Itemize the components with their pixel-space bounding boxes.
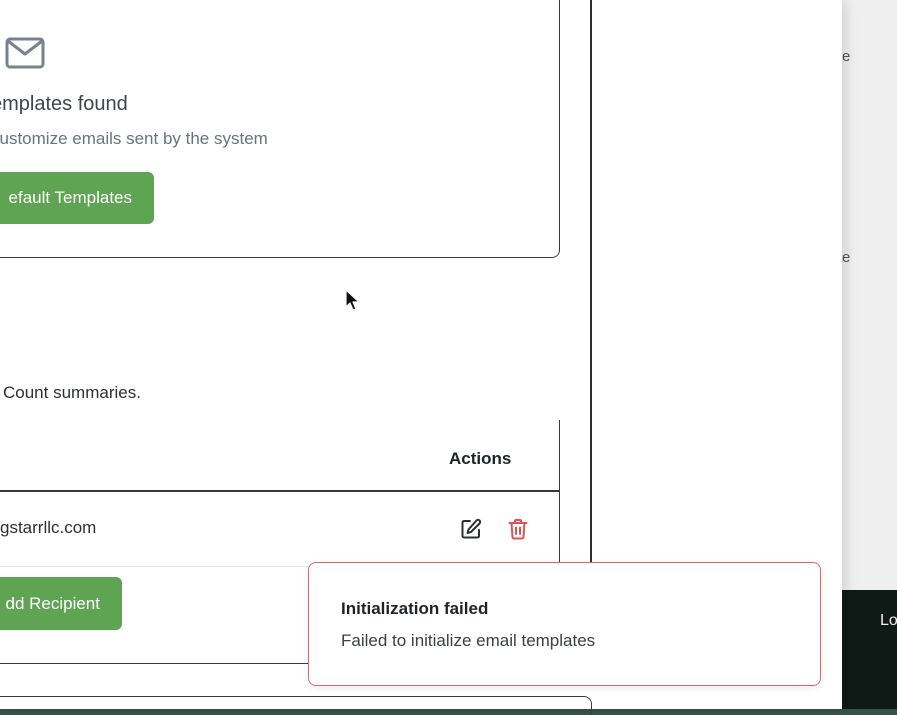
background-text: e bbox=[842, 48, 851, 65]
mail-icon bbox=[5, 37, 45, 69]
add-recipient-button[interactable]: dd Recipient bbox=[0, 577, 122, 630]
recipients-description: Count summaries. bbox=[3, 383, 141, 402]
next-section-card bbox=[0, 696, 592, 715]
background-footer bbox=[842, 590, 897, 715]
background-footer-text: Lo bbox=[880, 612, 897, 629]
screen: e e Lo emplates found customize emails s… bbox=[0, 0, 897, 715]
toast-message: Failed to initialize email templates bbox=[341, 631, 596, 650]
empty-state-title: emplates found bbox=[0, 93, 128, 115]
edit-icon[interactable] bbox=[460, 518, 482, 540]
mouse-cursor-icon bbox=[345, 289, 360, 311]
background-page bbox=[842, 0, 897, 590]
error-toast[interactable]: Initialization failed Failed to initiali… bbox=[308, 562, 821, 686]
actions-column-header: Actions bbox=[449, 449, 512, 468]
create-default-templates-button[interactable]: efault Templates bbox=[0, 172, 154, 224]
background-text: e bbox=[842, 249, 851, 266]
empty-state-subtitle: customize emails sent by the system bbox=[0, 129, 268, 148]
trash-icon[interactable] bbox=[508, 518, 528, 540]
toast-title: Initialization failed bbox=[341, 599, 489, 618]
table-header-divider bbox=[0, 490, 560, 492]
recipient-email: gstarrllc.com bbox=[0, 518, 97, 537]
panel-divider bbox=[590, 0, 592, 572]
